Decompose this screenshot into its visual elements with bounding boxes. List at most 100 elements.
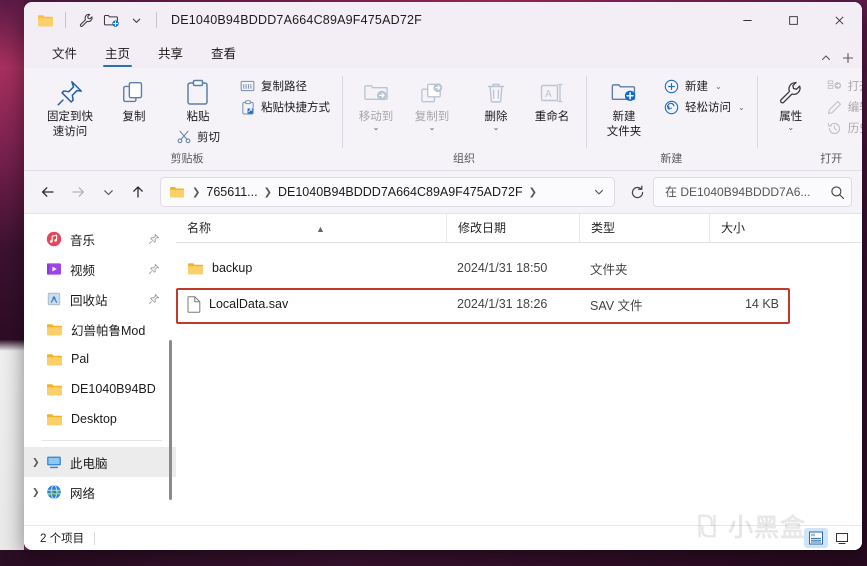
maximize-icon[interactable] (770, 2, 816, 38)
table-row[interactable]: backup 2024/1/31 18:50 文件夹 (176, 253, 862, 283)
breadcrumb-item-0[interactable]: 765611... (203, 183, 260, 201)
delete-button[interactable]: 删除 ⌄ (468, 74, 524, 134)
sidebar-item-recycle-bin[interactable]: 回收站 (24, 284, 176, 314)
delete-caret-icon[interactable]: ⌄ (493, 124, 500, 132)
pin-to-quick-access-button[interactable]: 固定到快 速访问 (38, 74, 102, 142)
large-icons-view-icon[interactable] (830, 528, 854, 548)
view-mode-buttons (804, 528, 854, 548)
up-arrow-icon[interactable] (124, 178, 152, 206)
sidebar-item-desktop[interactable]: Desktop (24, 404, 176, 434)
back-arrow-icon[interactable] (34, 178, 62, 206)
details-view-icon[interactable] (804, 528, 828, 548)
column-header-type[interactable]: 类型 (579, 214, 709, 242)
new-folder-button[interactable]: 新建 文件夹 (592, 74, 656, 142)
tab-view[interactable]: 查看 (197, 39, 250, 68)
easy-access-icon (663, 99, 680, 115)
chevron-up-icon[interactable] (820, 52, 832, 64)
search-icon[interactable] (830, 185, 845, 200)
file-date-backup: 2024/1/31 18:50 (457, 261, 548, 275)
new-item-button[interactable]: 新建 ⌄ (660, 76, 751, 96)
sidebar-item-videos[interactable]: 视频 (24, 254, 176, 284)
window-title: DE1040B94BDDD7A664C89A9F475AD72F (171, 13, 422, 27)
folder-icon-pal (46, 352, 63, 367)
sidebar-item-de1040b94bd[interactable]: DE1040B94BD (24, 374, 176, 404)
plus-icon[interactable] (842, 52, 854, 64)
close-icon[interactable] (816, 2, 862, 38)
ribbon: 固定到快 速访问 复制 粘贴 剪切 复制路径 粘贴快捷方式 剪贴板 移动到 ⌄ … (24, 68, 862, 171)
easy-access-button[interactable]: 轻松访问 ⌄ (660, 97, 751, 117)
explorer-body: 音乐 视频 回收站 幻兽帕鲁Mod Pal DE1040B94BD Deskto… (24, 214, 862, 525)
edit-button[interactable]: 编辑 (823, 97, 862, 117)
pin-icon-music[interactable] (148, 233, 160, 245)
tab-share[interactable]: 共享 (144, 39, 197, 68)
wrench-icon[interactable] (75, 9, 97, 31)
file-type-backup: 文件夹 (590, 262, 628, 277)
paste-shortcut-button[interactable]: 粘贴快捷方式 (236, 97, 336, 117)
cut-button[interactable]: 剪切 (172, 127, 230, 147)
pin-icon-recycle-bin[interactable] (148, 293, 160, 305)
move-to-caret-icon[interactable]: ⌄ (373, 124, 380, 132)
search-input[interactable] (663, 184, 826, 200)
ribbon-group-label-clipboard: 剪贴板 (170, 153, 204, 165)
copy-button[interactable]: 复制 (102, 74, 166, 127)
paste-button[interactable]: 粘贴 (166, 74, 230, 127)
column-header-name[interactable]: 名称 ▲ (176, 214, 446, 242)
new-item-chevron-down-icon[interactable]: ⌄ (715, 82, 722, 91)
easy-access-chevron-down-icon[interactable]: ⌄ (738, 103, 745, 112)
pin-icon-videos[interactable] (148, 263, 160, 275)
history-button[interactable]: 历史记录 (823, 118, 862, 138)
navigation-pane: 音乐 视频 回收站 幻兽帕鲁Mod Pal DE1040B94BD Deskto… (24, 214, 176, 525)
sidebar-label-desktop: Desktop (71, 412, 117, 426)
ribbon-group-organize: 移动到 ⌄ 复制到 ⌄ 删除 ⌄ A 重命名 组织 (342, 70, 586, 170)
edit-label: 编辑 (847, 102, 862, 114)
breadcrumb-dropdown-icon[interactable] (588, 181, 610, 203)
copy-path-button[interactable]: 复制路径 (236, 76, 336, 96)
move-to-button[interactable]: 移动到 ⌄ (348, 74, 404, 134)
recent-locations-chevron-down-icon[interactable] (94, 178, 122, 206)
copy-to-button[interactable]: 复制到 ⌄ (404, 74, 460, 134)
folder-icon (34, 9, 56, 31)
sidebar-scrollbar[interactable] (169, 340, 172, 500)
chevron-right-icon-network[interactable]: ❯ (32, 487, 40, 498)
tab-file[interactable]: 文件 (38, 39, 91, 68)
minimize-icon[interactable] (724, 2, 770, 38)
paste-label: 粘贴 (186, 111, 210, 123)
ribbon-group-clipboard: 固定到快 速访问 复制 粘贴 剪切 复制路径 粘贴快捷方式 剪贴板 (32, 70, 342, 170)
sidebar-divider (42, 440, 162, 441)
sidebar-item-music[interactable]: 音乐 (24, 224, 176, 254)
sidebar-item-palmod[interactable]: 幻兽帕鲁Mod (24, 314, 176, 344)
pin-to-quick-access-label-line2: 速访问 (52, 126, 88, 138)
breadcrumb-item-1[interactable]: DE1040B94BDDD7A664C89A9F475AD72F (275, 183, 526, 201)
window-controls (724, 2, 862, 38)
sidebar-label-videos: 视频 (70, 263, 96, 278)
tab-home[interactable]: 主页 (91, 39, 144, 68)
item-count-label: 2 个项目 (40, 533, 85, 545)
search-box[interactable] (653, 177, 852, 207)
address-bar-row: ❯ 765611... ❯ DE1040B94BDDD7A664C89A9F47… (24, 171, 862, 214)
sidebar-label-this-pc: 此电脑 (70, 456, 108, 471)
chevron-down-icon[interactable] (125, 9, 147, 31)
sidebar-label-palmod: 幻兽帕鲁Mod (71, 323, 146, 338)
chevron-right-icon-this-pc[interactable]: ❯ (32, 457, 40, 468)
properties-button[interactable]: 属性 ⌄ (763, 74, 819, 134)
rename-icon: A (539, 77, 565, 109)
forward-arrow-icon[interactable] (64, 178, 92, 206)
rename-button[interactable]: A 重命名 (524, 74, 580, 127)
open-label: 打开 (847, 81, 862, 93)
new-folder-icon[interactable] (100, 9, 122, 31)
copy-to-caret-icon[interactable]: ⌄ (429, 124, 436, 132)
sidebar-item-this-pc[interactable]: ❯ 此电脑 (24, 447, 176, 477)
breadcrumb-folder-icon (169, 185, 185, 199)
table-row[interactable]: LocalData.sav 2024/1/31 18:26 SAV 文件 14 … (176, 289, 862, 319)
open-button[interactable]: 打开 ⌄ (823, 76, 862, 96)
properties-caret-icon[interactable]: ⌄ (787, 124, 794, 132)
ribbon-tabbar-actions (820, 52, 854, 64)
breadcrumb[interactable]: ❯ 765611... ❯ DE1040B94BDDD7A664C89A9F47… (160, 177, 615, 207)
refresh-icon[interactable] (623, 178, 651, 206)
sidebar-item-pal[interactable]: Pal (24, 344, 176, 374)
move-to-icon (363, 77, 390, 109)
file-date-localdata: 2024/1/31 18:26 (457, 297, 548, 311)
sidebar-item-network[interactable]: ❯ 网络 (24, 477, 176, 507)
column-header-size[interactable]: 大小 (709, 214, 797, 242)
column-header-date-modified[interactable]: 修改日期 (446, 214, 579, 242)
